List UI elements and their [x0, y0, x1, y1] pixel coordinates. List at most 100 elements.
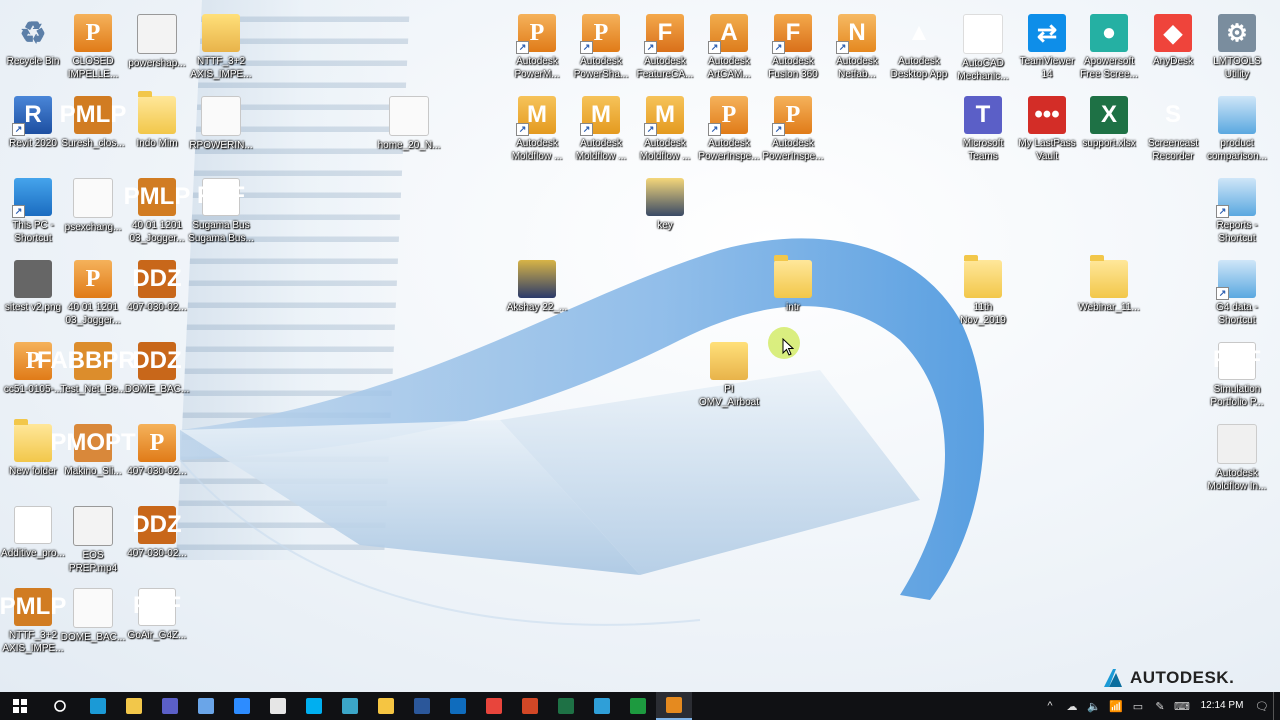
- taskbar-app-autodesk-desktop-app[interactable]: [80, 692, 116, 720]
- icon-glyph-text: PMLP: [0, 593, 67, 620]
- desktop-icon-goair[interactable]: PDF GoAir_G4Z...: [124, 582, 190, 662]
- desktop-icon-sugama-bus[interactable]: PDF Sugama Bus Sugama Bus...: [188, 172, 254, 252]
- tray-chevron-icon[interactable]: ^: [1039, 692, 1061, 720]
- desktop-icon-akshay[interactable]: Akshay 22_...: [504, 254, 570, 334]
- desktop[interactable]: ♻ Recycle Bin P CLOSED IMPELLE... powershap.…: [0, 0, 1280, 692]
- onedrive-icon[interactable]: ☁: [1061, 692, 1083, 720]
- desktop-icon-product-comparison[interactable]: product comparison...: [1204, 90, 1270, 170]
- desktop-icon-closed-impeller[interactable]: P CLOSED IMPELLE...: [60, 8, 126, 88]
- keyboard-icon[interactable]: ⌨: [1171, 692, 1193, 720]
- taskbar-app-teams[interactable]: [152, 692, 188, 720]
- icon-glyph-text: DDZ: [132, 511, 182, 538]
- desktop-icon-eos-prep[interactable]: EOS PREP.mp4: [60, 500, 126, 580]
- taskbar-app-edge[interactable]: [584, 692, 620, 720]
- desktop-icon-moldflow-3[interactable]: M ↗ Autodesk Moldflow ...: [632, 90, 698, 170]
- shortcut-arrow-icon: ↗: [580, 123, 593, 136]
- desktop-icon-psexchange[interactable]: psexchang...: [60, 172, 126, 252]
- desktop-icon-g4-data[interactable]: ↗ G4 data - Shortcut: [1204, 254, 1270, 334]
- taskbar-app-zoom[interactable]: [224, 692, 260, 720]
- taskbar-app-file-explorer-pinned[interactable]: [116, 692, 152, 720]
- taskbar-app-file-explorer[interactable]: [368, 692, 404, 720]
- desktop-icon-p-407[interactable]: P 407-030-02...: [124, 418, 190, 498]
- desktop-icon-home-20[interactable]: home_20_N...: [376, 90, 442, 170]
- taskbar-app-powerpoint[interactable]: [512, 692, 548, 720]
- taskbar-app-screencast[interactable]: [620, 692, 656, 720]
- search-button[interactable]: [40, 692, 80, 720]
- desktop-icon-featurecam[interactable]: F ↗ Autodesk FeatureCA...: [632, 8, 698, 88]
- icon-glyph-text: M: [527, 101, 547, 128]
- desktop-icon-powershape-video[interactable]: powershap...: [124, 8, 190, 88]
- taskbar-app-excel[interactable]: [548, 692, 584, 720]
- desktop-icon-moldflow-1[interactable]: M ↗ Autodesk Moldflow ...: [504, 90, 570, 170]
- icon-glyph-text: S: [1164, 101, 1181, 128]
- desktop-icon-omv-airboat[interactable]: PI OMV_Airboat: [696, 336, 762, 416]
- desktop-icon-netfabb[interactable]: N ↗ Autodesk Netfab...: [824, 8, 890, 88]
- desktop-icon-suresh-pmlp[interactable]: PMLP Suresh_clos...: [60, 90, 126, 170]
- start-button[interactable]: [0, 692, 40, 720]
- adsk-f-icon: F ↗: [644, 14, 684, 54]
- desktop-icon-rpowerin[interactable]: RPOWERIN...: [188, 90, 254, 170]
- desktop-icon-nov-2019[interactable]: 11th Nov_2019: [950, 254, 1016, 334]
- taskbar-app-calculator[interactable]: [260, 692, 296, 720]
- desktop-icon-label: Autodesk PowerInspe...: [698, 138, 760, 162]
- desktop-icon-dome-bac-2[interactable]: DOME_BAC...: [60, 582, 126, 662]
- taskbar-app-powerinspect-active[interactable]: [656, 692, 692, 720]
- notification-icon[interactable]: 🗨: [1251, 692, 1273, 720]
- desktop-icon-screencast[interactable]: S Screencast Recorder: [1140, 90, 1206, 170]
- pen-icon[interactable]: ✎: [1149, 692, 1171, 720]
- taskbar-app-skype[interactable]: [296, 692, 332, 720]
- desktop-icon-apowersoft[interactable]: ● Apowersoft Free Scree...: [1076, 8, 1142, 88]
- pdf-icon: PDF: [197, 178, 245, 216]
- desktop-icon-moldflow-2[interactable]: M ↗ Autodesk Moldflow ...: [568, 90, 634, 170]
- desktop-icon-lmtools[interactable]: ⚙ LMTOOLS Utility: [1204, 8, 1270, 88]
- desktop-icon-revit[interactable]: R ↗ Revit 2020: [0, 90, 66, 170]
- volume-icon[interactable]: 🔈: [1083, 692, 1105, 720]
- desktop-icon-this-pc[interactable]: ↗ This PC - Shortcut: [0, 172, 66, 252]
- desktop-icon-autocad-mech[interactable]: A AutoCAD Mechanic...: [950, 8, 1016, 88]
- network-icon[interactable]: 📶: [1105, 692, 1127, 720]
- desktop-icon-additive-pro[interactable]: Additive_pro...: [0, 500, 66, 580]
- taskbar-app-snipping[interactable]: [332, 692, 368, 720]
- taskbar-app-outlook[interactable]: [440, 692, 476, 720]
- desktop-icon-makino[interactable]: PMOPT Makino_Sli...: [50, 418, 136, 498]
- desktop-icon-pmlp-40[interactable]: PMLP 40 01 1201 03_Jogger...: [124, 172, 190, 252]
- desktop-icon-powerinspect-2[interactable]: P ↗ Autodesk PowerInspe...: [760, 90, 826, 170]
- desktop-icon-nttf-axis-2[interactable]: PMLP NTTF_3+2 AXIS_IMPE...: [0, 582, 66, 662]
- desktop-icon-ms-teams[interactable]: T Microsoft Teams: [950, 90, 1016, 170]
- taskbar-app-notepad[interactable]: [188, 692, 224, 720]
- desktop-icon-label: EOS PREP.mp4: [68, 550, 118, 574]
- desktop-icon-powershape[interactable]: P ↗ Autodesk PowerSha...: [568, 8, 634, 88]
- desktop-icon-reports[interactable]: ↗ Reports - Shortcut: [1204, 172, 1270, 252]
- clock[interactable]: 12:14 PM: [1193, 700, 1251, 712]
- show-desktop-button[interactable]: [1273, 692, 1280, 720]
- desktop-icon-p-40[interactable]: P 40 01 1201 03_Jogger...: [60, 254, 126, 334]
- desktop-icon-desktop-app[interactable]: ▲ Autodesk Desktop App: [886, 8, 952, 88]
- battery-icon[interactable]: ▭: [1127, 692, 1149, 720]
- desktop-icon-recycle-bin[interactable]: ♻ Recycle Bin: [0, 8, 66, 88]
- desktop-icon-teamviewer[interactable]: ⇄ TeamViewer 14: [1014, 8, 1080, 88]
- desktop-icon-label: Autodesk Moldflow ...: [639, 138, 691, 162]
- key-icon: [646, 178, 684, 216]
- desktop-icon-anydesk[interactable]: ◆ AnyDesk: [1140, 8, 1206, 88]
- desktop-icon-label: Webinar_11...: [1078, 302, 1140, 313]
- desktop-icon-nttf-axis-1[interactable]: NTTF_3+2 AXIS_IMPE...: [188, 8, 254, 88]
- desktop-icon-sitest-png[interactable]: sitest v2.png: [0, 254, 66, 334]
- taskbar-app-word[interactable]: [404, 692, 440, 720]
- desktop-icon-ddz-407-2[interactable]: DDZ 407-030-02...: [124, 500, 190, 580]
- desktop-icon-moldflow-in[interactable]: Autodesk Moldflow In...: [1204, 418, 1270, 498]
- desktop-icon-support-xlsx[interactable]: Xsupport.xlsx: [1076, 90, 1142, 170]
- desktop-icon-powermill[interactable]: P ↗ Autodesk PowerM...: [504, 8, 570, 88]
- desktop-icon-simulation-portfolio[interactable]: PDF Simulation Portfolio P...: [1204, 336, 1270, 416]
- desktop-icon-dome-bac-1[interactable]: DDZ DOME_BAC...: [124, 336, 190, 416]
- taskbar-app-chrome[interactable]: [476, 692, 512, 720]
- desktop-icon-indo-mim[interactable]: Indo Mim: [124, 90, 190, 170]
- desktop-icon-test-net[interactable]: FABBPRJ Test_Net_Be...: [37, 336, 149, 416]
- desktop-icon-artcam[interactable]: A ↗ Autodesk ArtCAM...: [696, 8, 762, 88]
- desktop-icon-powerinspect-1[interactable]: P ↗ Autodesk PowerInspe...: [696, 90, 762, 170]
- desktop-icon-ddz-407-1[interactable]: DDZ 407-030-02...: [124, 254, 190, 334]
- desktop-icon-webinar[interactable]: Webinar_11...: [1076, 254, 1142, 334]
- desktop-icon-key[interactable]: key: [632, 172, 698, 252]
- desktop-icon-fusion360[interactable]: F ↗ Autodesk Fusion 360: [760, 8, 826, 88]
- desktop-icon-lastpass[interactable]: ••• My LastPass Vault: [1014, 90, 1080, 170]
- desktop-icon-intr[interactable]: intr: [760, 254, 826, 334]
